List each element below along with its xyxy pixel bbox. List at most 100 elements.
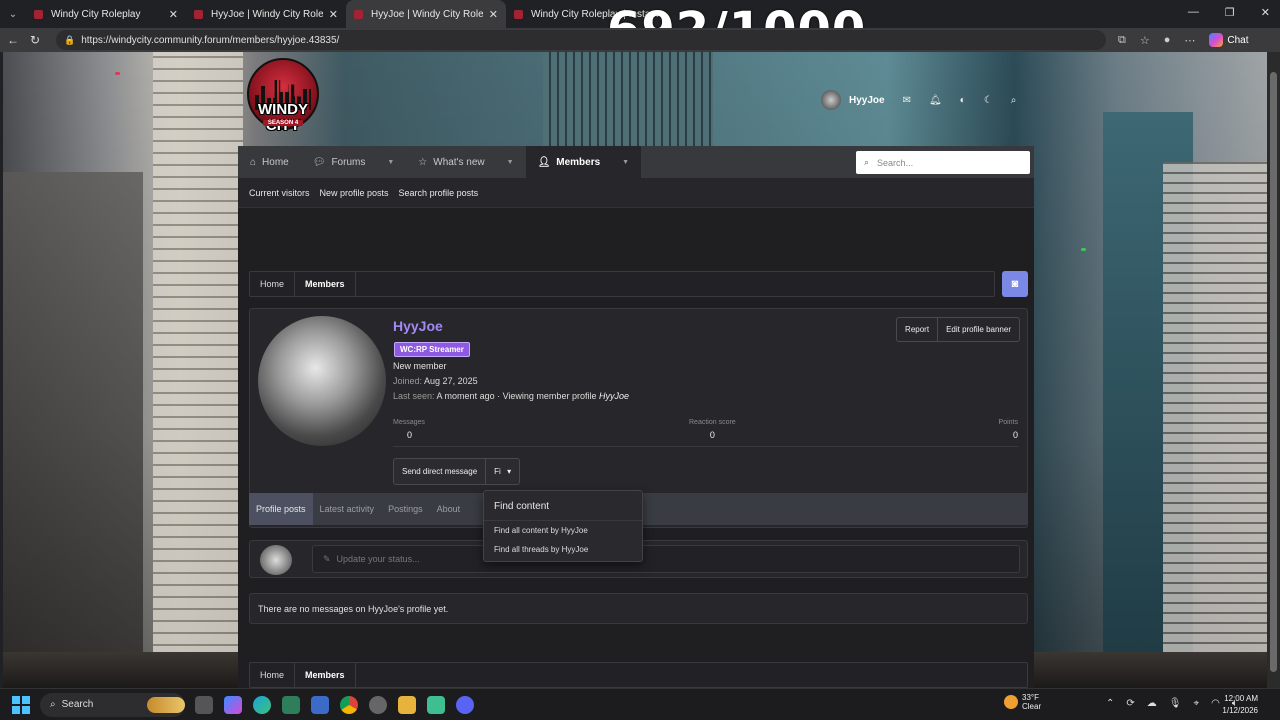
moon-icon[interactable]: ☾ [984, 95, 993, 106]
close-icon[interactable]: ✕ [329, 8, 338, 21]
taskbar-search[interactable]: ⌕ Search [40, 692, 185, 717]
profile-avatar[interactable] [258, 316, 386, 446]
microphone-icon[interactable]: 🎙︎ [1169, 698, 1182, 709]
close-window-icon[interactable]: ✕ [1261, 6, 1270, 19]
stat-messages[interactable]: Messages 0 [393, 419, 425, 440]
tab-about[interactable]: About [430, 493, 468, 525]
chevron-down-icon[interactable]: ▼ [507, 159, 514, 166]
report-button[interactable]: Report [897, 318, 939, 341]
breadcrumb-home[interactable]: Home [250, 662, 296, 688]
status-input[interactable]: ✎ Update your status... [312, 545, 1020, 573]
nav-members[interactable]: 👤︎ Members ▼ [525, 146, 642, 178]
favorites-icon[interactable]: ☆ [1140, 34, 1150, 47]
subnav-search-profile-posts[interactable]: Search profile posts [399, 188, 479, 198]
copilot-chat-button[interactable]: Chat [1209, 33, 1249, 47]
user-title: New member [393, 361, 447, 371]
subnav-new-profile-posts[interactable]: New profile posts [320, 188, 389, 198]
page-scrollbar[interactable] [1267, 52, 1280, 688]
subnav-current-visitors[interactable]: Current visitors [249, 188, 310, 198]
back-icon[interactable]: ← [2, 33, 24, 47]
discord-icon[interactable] [456, 695, 474, 714]
cloud-icon[interactable]: ☁ [1147, 698, 1157, 709]
stat-reaction-score[interactable]: Reaction score 0 [689, 419, 736, 440]
site-logo[interactable]: WINDY CITY SEASON 4 [243, 58, 323, 146]
send-direct-message-button[interactable]: Send direct message [394, 459, 487, 484]
app-icon[interactable] [282, 695, 300, 714]
site-container: ⌂ Home 💬︎ Forums ▼ ☆ What's new ▼ 👤︎ Mem… [238, 146, 1034, 688]
favicon-icon [34, 9, 43, 19]
tab-title: HyyJoe | Windy City Roleplay [371, 8, 483, 20]
close-icon[interactable]: ✕ [169, 8, 178, 21]
refresh-icon[interactable]: ↻ [24, 33, 46, 47]
restore-icon[interactable]: ❐ [1225, 6, 1235, 19]
weather-info: 33°F Clear [1022, 693, 1041, 711]
user-bar: HyyJoe ✉ 🔔︎ ◐ ☾ ⌕ [821, 90, 1034, 110]
search-icon[interactable]: ⌕ [1011, 95, 1017, 106]
store-icon[interactable] [311, 695, 329, 714]
chrome-icon[interactable] [340, 695, 358, 714]
find-button[interactable]: Fi ▾ [486, 459, 519, 484]
tab-actions-menu[interactable]: ⌄ [0, 9, 26, 20]
browser-tab-3[interactable]: HyyJoe | Windy City Roleplay ✕ [346, 0, 506, 28]
weather-widget[interactable]: 33°F Clear [1004, 693, 1041, 711]
close-icon[interactable]: ✕ [489, 8, 498, 21]
app-icon[interactable] [427, 695, 445, 714]
file-explorer-icon[interactable] [398, 695, 416, 714]
find-all-threads-item[interactable]: Find all threads by HyyJoe [484, 540, 642, 559]
nav-forums[interactable]: 💬︎ Forums ▼ [301, 146, 407, 178]
joined-info: Joined: Aug 27, 2025 [393, 376, 478, 386]
breadcrumb-members[interactable]: Members [295, 662, 356, 688]
browser-tab-1[interactable]: Windy City Roleplay ✕ [26, 0, 186, 28]
joined-date: Aug 27, 2025 [424, 376, 478, 386]
wifi-icon[interactable]: ◠ [1211, 698, 1220, 709]
last-seen-value: A moment ago · Viewing member profile [436, 391, 597, 401]
sync-icon[interactable]: ⟳ [1126, 698, 1134, 709]
profile-icon[interactable]: ● [1164, 34, 1171, 46]
chevron-down-icon[interactable]: ▼ [387, 159, 394, 166]
username-link[interactable]: HyyJoe [849, 95, 885, 106]
weather-icon [1004, 695, 1018, 709]
nav-whats-new[interactable]: ☆ What's new ▼ [406, 146, 525, 178]
tab-latest-activity[interactable]: Latest activity [313, 493, 382, 525]
copilot-icon[interactable] [224, 695, 242, 714]
more-icon[interactable]: ⋯ [1184, 34, 1195, 47]
background-building [153, 52, 243, 688]
page-viewport: WINDY CITY SEASON 4 HyyJoe ✉ 🔔︎ ◐ ☾ ⌕ ⌂ … [3, 52, 1267, 688]
system-clock[interactable]: 12:00 AM 1/12/2026 [1222, 693, 1258, 717]
edge-icon[interactable] [253, 695, 271, 714]
contrast-icon[interactable]: ◐ [960, 95, 966, 106]
url-field[interactable]: 🔒 https://windycity.community.forum/memb… [56, 30, 1106, 50]
search-input[interactable]: ⌕ Search... [856, 151, 1030, 174]
tab-profile-posts[interactable]: Profile posts [249, 493, 313, 525]
profile-name[interactable]: HyyJoe [393, 318, 443, 334]
windows-start-icon[interactable] [12, 695, 30, 714]
bell-icon[interactable]: 🔔︎ [929, 95, 942, 106]
discord-button[interactable]: ◙ [1002, 271, 1028, 297]
last-seen-info: Last seen: A moment ago · Viewing member… [393, 391, 629, 401]
breadcrumb-members[interactable]: Members [295, 271, 356, 297]
last-seen-target[interactable]: HyyJoe [599, 391, 629, 401]
breadcrumb-home[interactable]: Home [250, 271, 296, 297]
favicon-icon [354, 9, 363, 19]
tab-postings[interactable]: Postings [381, 493, 430, 525]
envelope-icon[interactable]: ✉ [903, 95, 911, 106]
settings-icon[interactable] [369, 695, 387, 714]
edit-banner-button[interactable]: Edit profile banner [938, 318, 1019, 341]
scrollbar-thumb[interactable] [1270, 72, 1277, 672]
user-banner-badge: WC:RP Streamer [394, 342, 470, 357]
chevron-up-icon[interactable]: ⌃ [1106, 698, 1114, 709]
extensions-icon[interactable]: ⧉ [1118, 34, 1126, 47]
browser-tab-2[interactable]: HyyJoe | Windy City Roleplay ✕ [186, 0, 346, 28]
search-highlight-image [147, 696, 185, 713]
chat-label: Chat [1227, 34, 1249, 46]
location-icon[interactable]: ⌖ [1193, 698, 1199, 709]
task-view-icon[interactable] [195, 695, 213, 714]
find-label: Fi [494, 467, 501, 476]
stat-points[interactable]: Points 0 [999, 419, 1018, 440]
avatar[interactable] [260, 545, 292, 575]
avatar[interactable] [821, 90, 841, 110]
chevron-down-icon[interactable]: ▼ [622, 159, 629, 166]
nav-home[interactable]: ⌂ Home [238, 146, 301, 178]
minimize-icon[interactable]: — [1188, 6, 1199, 19]
find-all-content-item[interactable]: Find all content by HyyJoe [484, 521, 642, 540]
